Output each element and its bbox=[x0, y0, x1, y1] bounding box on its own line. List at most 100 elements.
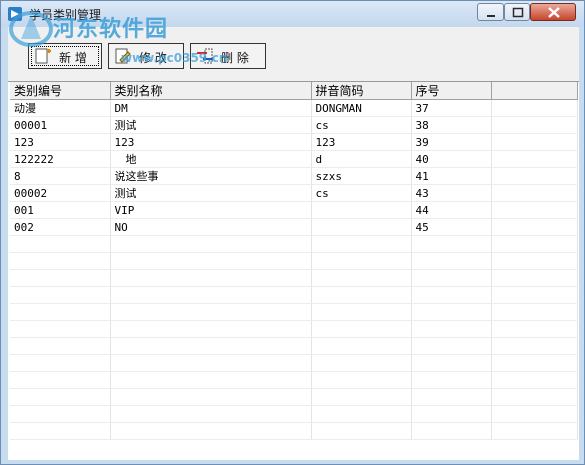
table-cell[interactable] bbox=[311, 422, 412, 440]
table-cell[interactable]: d bbox=[311, 150, 412, 168]
table-cell[interactable] bbox=[411, 252, 492, 270]
empty-table-row[interactable] bbox=[10, 337, 578, 355]
table-row[interactable]: 001 VIP 44 bbox=[10, 201, 578, 219]
table-cell[interactable] bbox=[491, 133, 578, 151]
close-button[interactable] bbox=[530, 3, 576, 21]
table-cell[interactable] bbox=[491, 371, 578, 389]
table-cell[interactable] bbox=[411, 354, 492, 372]
table-cell[interactable] bbox=[491, 286, 578, 304]
column-header-order[interactable]: 序号 bbox=[411, 82, 492, 100]
table-cell[interactable] bbox=[491, 354, 578, 372]
table-cell[interactable] bbox=[491, 269, 578, 287]
table-cell[interactable] bbox=[311, 320, 412, 338]
table-cell[interactable] bbox=[10, 286, 111, 304]
column-header-pinyin[interactable]: 拼音简码 bbox=[311, 82, 412, 100]
table-cell[interactable]: 00002 bbox=[10, 184, 111, 202]
table-cell[interactable] bbox=[491, 116, 578, 134]
table-cell[interactable]: 45 bbox=[411, 218, 492, 236]
empty-table-row[interactable] bbox=[10, 269, 578, 287]
table-cell[interactable] bbox=[311, 218, 412, 236]
table-row[interactable]: 动漫 DM DONGMAN 37 bbox=[10, 99, 578, 117]
table-cell[interactable] bbox=[110, 388, 312, 406]
table-cell[interactable] bbox=[10, 252, 111, 270]
table-cell[interactable] bbox=[10, 235, 111, 253]
table-cell[interactable] bbox=[411, 405, 492, 423]
table-cell[interactable] bbox=[10, 371, 111, 389]
table-cell[interactable] bbox=[491, 150, 578, 168]
table-cell[interactable] bbox=[10, 422, 111, 440]
table-cell[interactable]: 测试 bbox=[110, 184, 312, 202]
table-cell[interactable]: 37 bbox=[411, 99, 492, 117]
empty-table-row[interactable] bbox=[10, 235, 578, 253]
table-cell[interactable] bbox=[411, 286, 492, 304]
table-cell[interactable] bbox=[311, 405, 412, 423]
empty-table-row[interactable] bbox=[10, 405, 578, 423]
table-cell[interactable]: 123 bbox=[311, 133, 412, 151]
category-table[interactable]: 类别编号 类别名称 拼音简码 序号 动漫 DM DONGMAN 37 00001 测试 cs… bbox=[8, 81, 579, 460]
table-cell[interactable] bbox=[10, 320, 111, 338]
table-cell[interactable] bbox=[491, 235, 578, 253]
table-cell[interactable] bbox=[311, 388, 412, 406]
table-cell[interactable] bbox=[110, 320, 312, 338]
table-cell[interactable]: 测试 bbox=[110, 116, 312, 134]
table-cell[interactable] bbox=[491, 422, 578, 440]
table-cell[interactable] bbox=[10, 337, 111, 355]
empty-table-row[interactable] bbox=[10, 320, 578, 338]
table-cell[interactable] bbox=[491, 303, 578, 321]
table-cell[interactable] bbox=[411, 337, 492, 355]
table-cell[interactable] bbox=[110, 286, 312, 304]
table-cell[interactable] bbox=[311, 269, 412, 287]
table-cell[interactable]: 39 bbox=[411, 133, 492, 151]
empty-table-row[interactable] bbox=[10, 354, 578, 372]
table-cell[interactable]: 122222 bbox=[10, 150, 111, 168]
empty-table-row[interactable] bbox=[10, 388, 578, 406]
table-cell[interactable]: 123 bbox=[10, 133, 111, 151]
table-cell[interactable]: cs bbox=[311, 116, 412, 134]
table-cell[interactable] bbox=[411, 320, 492, 338]
table-cell[interactable]: 001 bbox=[10, 201, 111, 219]
table-cell[interactable]: NO bbox=[110, 218, 312, 236]
table-cell[interactable]: 38 bbox=[411, 116, 492, 134]
table-cell[interactable] bbox=[10, 388, 111, 406]
table-cell[interactable]: 41 bbox=[411, 167, 492, 185]
table-cell[interactable] bbox=[110, 337, 312, 355]
table-cell[interactable] bbox=[110, 252, 312, 270]
table-cell[interactable] bbox=[491, 320, 578, 338]
table-cell[interactable] bbox=[311, 303, 412, 321]
table-cell[interactable] bbox=[491, 388, 578, 406]
table-cell[interactable] bbox=[110, 269, 312, 287]
table-cell[interactable] bbox=[491, 99, 578, 117]
table-cell[interactable] bbox=[411, 303, 492, 321]
column-header-name[interactable]: 类别名称 bbox=[110, 82, 312, 100]
empty-table-row[interactable] bbox=[10, 252, 578, 270]
table-cell[interactable] bbox=[411, 269, 492, 287]
table-cell[interactable]: 8 bbox=[10, 167, 111, 185]
minimize-button[interactable] bbox=[477, 3, 504, 21]
table-cell[interactable] bbox=[110, 354, 312, 372]
table-cell[interactable]: VIP bbox=[110, 201, 312, 219]
table-cell[interactable]: 123 bbox=[110, 133, 312, 151]
table-cell[interactable] bbox=[411, 422, 492, 440]
table-cell[interactable]: szxs bbox=[311, 167, 412, 185]
table-cell[interactable]: 44 bbox=[411, 201, 492, 219]
table-cell[interactable] bbox=[311, 371, 412, 389]
table-cell[interactable] bbox=[491, 201, 578, 219]
empty-table-row[interactable] bbox=[10, 371, 578, 389]
table-cell[interactable] bbox=[491, 184, 578, 202]
table-cell[interactable] bbox=[491, 252, 578, 270]
column-header-code[interactable]: 类别编号 bbox=[10, 82, 111, 100]
table-cell[interactable] bbox=[311, 235, 412, 253]
table-cell[interactable] bbox=[10, 269, 111, 287]
empty-table-row[interactable] bbox=[10, 303, 578, 321]
table-row[interactable]: 002 NO 45 bbox=[10, 218, 578, 236]
table-cell[interactable] bbox=[110, 371, 312, 389]
table-cell[interactable] bbox=[311, 252, 412, 270]
table-cell[interactable] bbox=[311, 337, 412, 355]
table-cell[interactable] bbox=[411, 388, 492, 406]
table-cell[interactable] bbox=[311, 354, 412, 372]
table-cell[interactable]: 40 bbox=[411, 150, 492, 168]
table-cell[interactable] bbox=[411, 371, 492, 389]
table-cell[interactable] bbox=[110, 235, 312, 253]
table-cell[interactable] bbox=[491, 218, 578, 236]
table-cell[interactable]: 动漫 bbox=[10, 99, 111, 117]
